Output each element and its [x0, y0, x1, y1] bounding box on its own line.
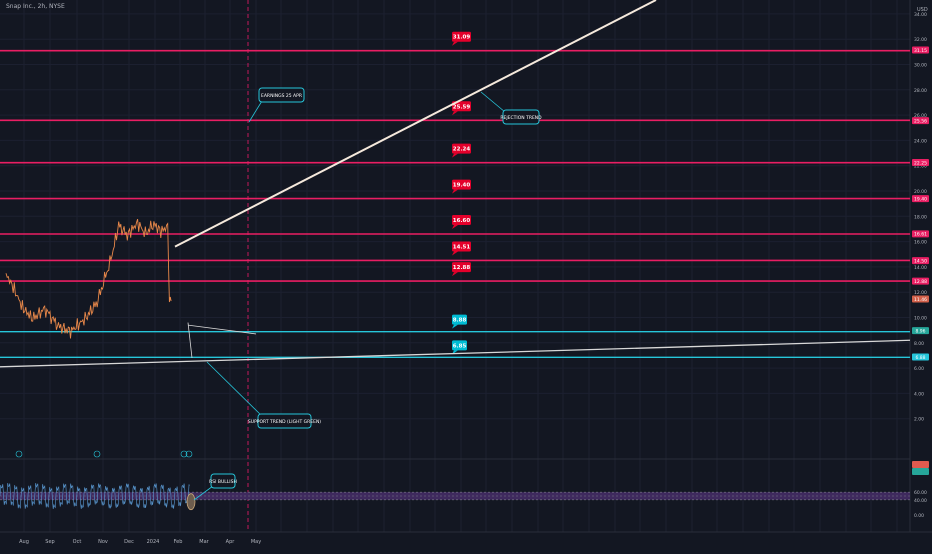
month-label: Feb [174, 539, 183, 545]
resistance-label-text: 31.09 [453, 35, 471, 41]
axis-level-tag-text: 14.50 [914, 258, 927, 264]
resistance-label-pointer [452, 41, 458, 46]
rsi-tick-label: 60.00 [914, 490, 927, 496]
resistance-label-text: 25.59 [453, 104, 471, 110]
axis-tick-label: 32.00 [914, 37, 927, 43]
resistance-label-pointer [452, 153, 458, 158]
resistance-label-text: 12.88 [453, 265, 471, 271]
axis-tick-label: 2.00 [914, 417, 924, 423]
short-trend [187, 324, 257, 335]
resistance-label-text: 22.24 [453, 147, 471, 153]
resistance-label-text: 19.40 [453, 183, 471, 189]
axis-tick-label: 6.00 [914, 366, 924, 372]
rsi-bullish-marker [186, 493, 196, 511]
rsi-axis-tag [912, 468, 929, 475]
rsi-axis-tag [912, 461, 929, 468]
event-marker [15, 450, 23, 458]
axis-tick-label: 18.00 [914, 214, 927, 220]
support-label-text: 8.88 [453, 318, 467, 324]
support-callout-text: SUPPORT TREND (LIGHT GREEN) [248, 419, 321, 425]
axis-level-tag-text: 31.15 [914, 48, 927, 54]
axis-tick-label: 20.00 [914, 189, 927, 195]
chart-svg[interactable]: USD34.0032.0030.0028.0026.0024.0022.0020… [0, 0, 932, 550]
rsi-tick-label: 40.00 [914, 498, 927, 504]
month-label: Mar [199, 539, 209, 545]
chart-stage[interactable]: Snap Inc., 2h, NYSE USD 34.00 32.00 30.00 28… [0, 0, 932, 550]
rsi-panel [0, 450, 929, 511]
month-label: Apr [226, 539, 236, 545]
axis-tick-label: 16.00 [914, 240, 927, 246]
price-line [5, 218, 172, 339]
axis-tick-label: 24.00 [914, 138, 927, 144]
rsi-callout-text: RSI BULLISH [209, 479, 237, 485]
support-label-pointer [452, 324, 458, 329]
support-callout-leader [206, 361, 263, 417]
resistance-label-text: 14.51 [453, 244, 471, 250]
event-marker [93, 450, 101, 458]
axis-level-tag-text: 16.61 [914, 232, 927, 238]
resistance-label-pointer [452, 251, 458, 256]
axis-level-tag-text: 8.96 [915, 328, 925, 334]
axis-level-tag-text: 19.40 [914, 196, 927, 202]
month-label: Dec [124, 539, 134, 545]
axis-level-tag-text: 6.88 [915, 355, 925, 361]
rejection-callout-leader [480, 91, 506, 113]
axis-tick-label: 10.00 [914, 316, 927, 322]
rsi-tick-label: 0.00 [914, 513, 924, 519]
axis-tick-label: 28.00 [914, 88, 927, 94]
resistance-label-text: 16.60 [453, 218, 471, 224]
axis-level-tag-text: 11.46 [914, 297, 927, 303]
resistance-label-pointer [452, 189, 458, 194]
axis-level-tag-text: 22.25 [914, 160, 927, 166]
axis-tick-label: 4.00 [914, 391, 924, 397]
month-label: Sep [45, 539, 54, 545]
axis-level-tag-text: 25.56 [914, 118, 927, 124]
drop-line [187, 322, 193, 359]
month-label: May [251, 539, 261, 545]
rejection-trend [174, 0, 657, 248]
levels: 31.09 25.59 22.24 19.40 16.60 14.51 12.88 8.88 6… [0, 31, 910, 359]
support-label-text: 6.85 [453, 343, 467, 349]
month-label: Aug [19, 539, 29, 545]
earnings-callout-text: EARNINGS 25 APR [261, 93, 302, 99]
resistance-label-pointer [452, 272, 458, 277]
axis-tick-label: 8.00 [914, 341, 924, 347]
month-label: 2024 [147, 539, 160, 545]
axis-level-tag-text: 12.88 [914, 279, 927, 285]
axis-tick-label: 12.00 [914, 290, 927, 296]
month-label: Oct [73, 539, 82, 545]
chart-title: Snap Inc., 2h, NYSE [6, 3, 65, 10]
resistance-label-pointer [452, 225, 458, 230]
axis-tick-label: 14.00 [914, 265, 927, 271]
month-label: Nov [98, 539, 108, 545]
axis-tick-label: 34.00 [914, 12, 927, 18]
rejection-callout-text: REJECTION TREND [500, 115, 542, 121]
axis-tick-label: 30.00 [914, 63, 927, 69]
